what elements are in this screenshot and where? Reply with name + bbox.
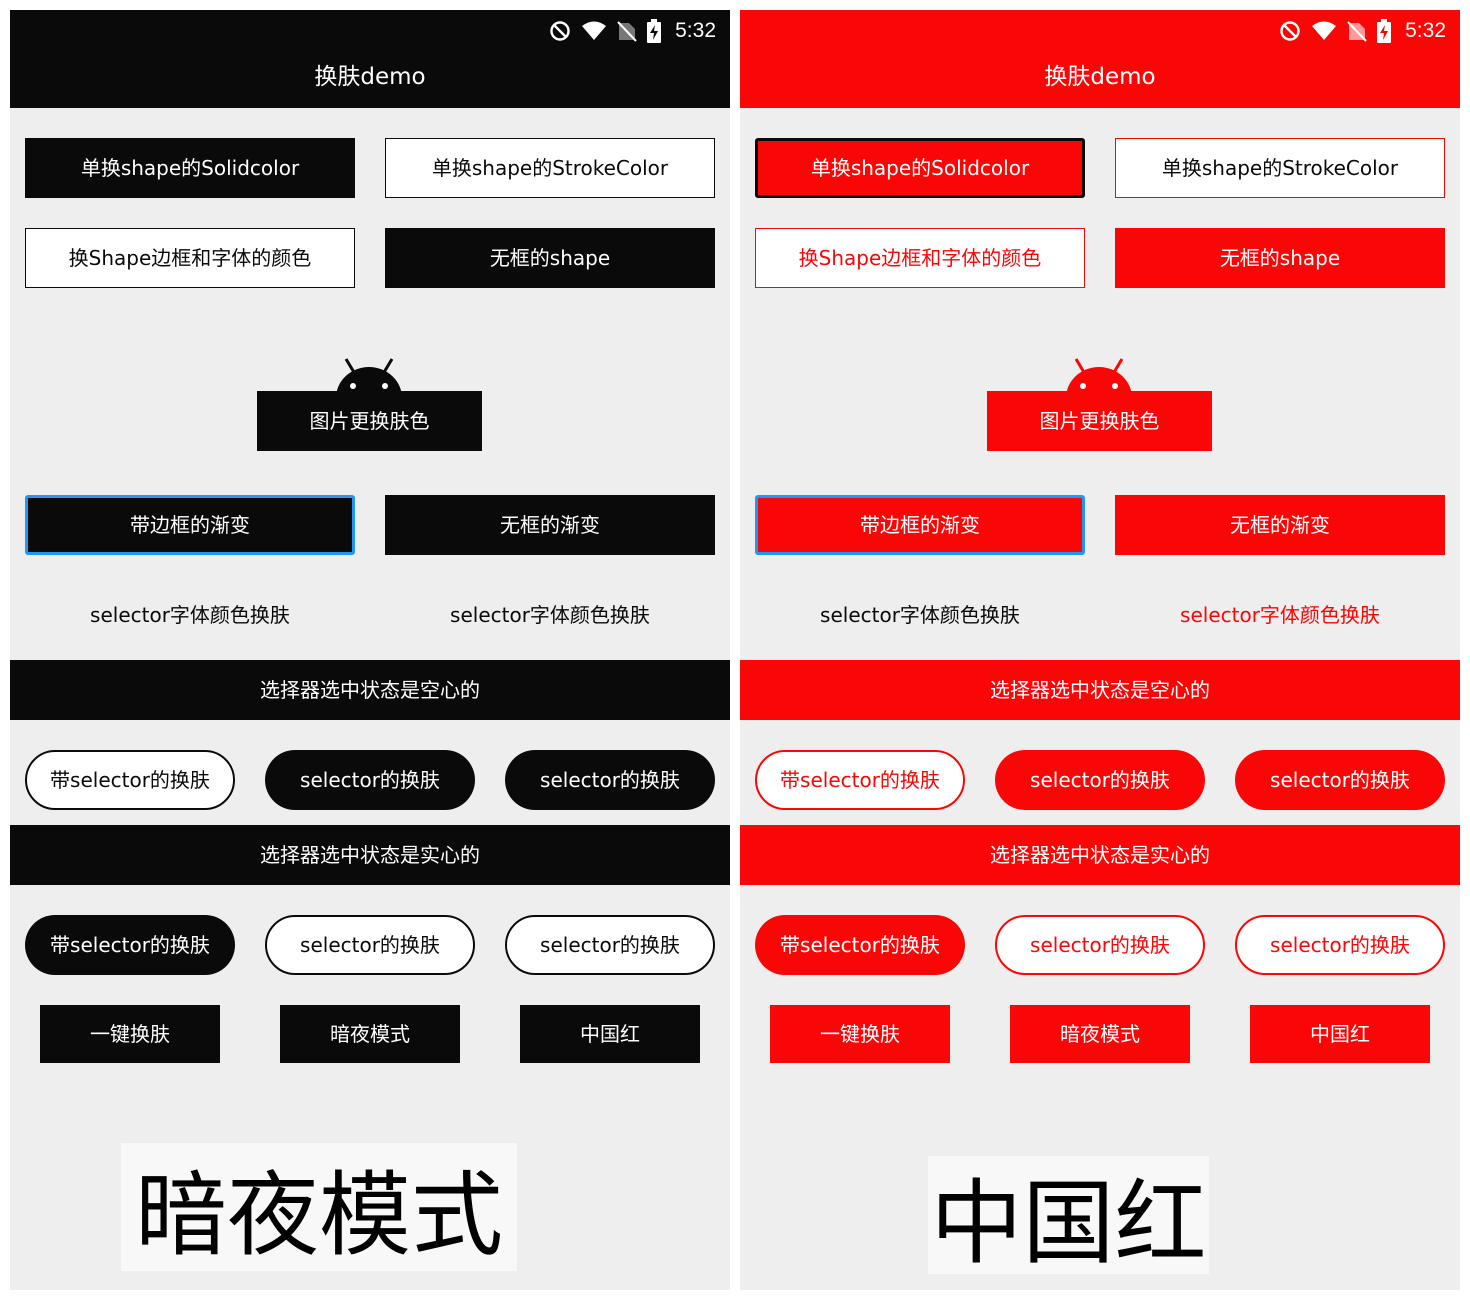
do-not-disturb-icon [550,21,570,41]
image-skin-button[interactable]: 图片更换肤色 [257,391,482,451]
solid-selector-button-1[interactable]: 带selector的换肤 [755,915,965,975]
solid-color-button[interactable]: 单换shape的Solidcolor [25,138,355,198]
china-red-button[interactable]: 中国红 [520,1005,700,1063]
solid-selector-button-2[interactable]: selector的换肤 [995,915,1205,975]
hollow-selector-button-2[interactable]: selector的换肤 [995,750,1205,810]
selector-font-color-right[interactable]: selector字体颜色换肤 [1115,585,1445,645]
stroke-color-button[interactable]: 单换shape的StrokeColor [385,138,715,198]
battery-charging-icon [647,19,662,43]
dark-mode-caption: 暗夜模式 [121,1143,517,1271]
solid-section-title: 选择器选中状态是实心的 [10,825,730,885]
status-bar: 5:32 [549,18,716,44]
solid-selector-button-3[interactable]: selector的换肤 [505,915,715,975]
selector-font-color-right[interactable]: selector字体颜色换肤 [385,585,715,645]
stroke-color-button[interactable]: 单换shape的StrokeColor [1115,138,1445,198]
wifi-icon [1312,21,1337,40]
border-gradient-button[interactable]: 带边框的渐变 [25,495,355,555]
one-click-skin-button[interactable]: 一键换肤 [40,1005,220,1063]
app-title: 换肤demo [1044,64,1156,90]
no-sim-icon [1347,21,1367,42]
image-skin-button[interactable]: 图片更换肤色 [987,391,1212,451]
app-title: 换肤demo [314,64,426,90]
status-bar: 5:32 [1279,18,1446,44]
no-border-gradient-button[interactable]: 无框的渐变 [385,495,715,555]
one-click-skin-button[interactable]: 一键换肤 [770,1005,950,1063]
wifi-icon [582,21,607,40]
phone-china-red-mode: 5:32 换肤demo 单换shape的Solidcolor 单换shape的S… [740,10,1460,1290]
app-header: 5:32 换肤demo [10,10,730,108]
no-sim-icon [617,21,637,42]
status-clock: 5:32 [675,19,716,42]
hollow-section-title: 选择器选中状态是空心的 [740,660,1460,720]
solid-selector-button-3[interactable]: selector的换肤 [1235,915,1445,975]
hollow-selector-button-1[interactable]: 带selector的换肤 [755,750,965,810]
china-red-caption: 中国红 [928,1156,1209,1277]
china-red-button[interactable]: 中国红 [1250,1005,1430,1063]
hollow-selector-button-3[interactable]: selector的换肤 [1235,750,1445,810]
battery-charging-icon [1377,19,1392,43]
dark-mode-button[interactable]: 暗夜模式 [1010,1005,1190,1063]
border-and-font-color-button[interactable]: 换Shape边框和字体的颜色 [755,228,1085,288]
app-header: 5:32 换肤demo [740,10,1460,108]
hollow-selector-button-1[interactable]: 带selector的换肤 [25,750,235,810]
border-and-font-color-button[interactable]: 换Shape边框和字体的颜色 [25,228,355,288]
no-border-gradient-button[interactable]: 无框的渐变 [1115,495,1445,555]
dark-mode-button[interactable]: 暗夜模式 [280,1005,460,1063]
no-border-shape-button[interactable]: 无框的shape [385,228,715,288]
do-not-disturb-icon [1280,21,1300,41]
solid-section-title: 选择器选中状态是实心的 [740,825,1460,885]
selector-font-color-left[interactable]: selector字体颜色换肤 [25,585,355,645]
hollow-section-title: 选择器选中状态是空心的 [10,660,730,720]
status-clock: 5:32 [1405,19,1446,42]
border-gradient-button[interactable]: 带边框的渐变 [755,495,1085,555]
no-border-shape-button[interactable]: 无框的shape [1115,228,1445,288]
solid-selector-button-2[interactable]: selector的换肤 [265,915,475,975]
selector-font-color-left[interactable]: selector字体颜色换肤 [755,585,1085,645]
hollow-selector-button-3[interactable]: selector的换肤 [505,750,715,810]
solid-color-button[interactable]: 单换shape的Solidcolor [755,138,1085,198]
phone-dark-mode: 5:32 换肤demo 单换shape的Solidcolor 单换shape的S… [10,10,730,1290]
solid-selector-button-1[interactable]: 带selector的换肤 [25,915,235,975]
hollow-selector-button-2[interactable]: selector的换肤 [265,750,475,810]
